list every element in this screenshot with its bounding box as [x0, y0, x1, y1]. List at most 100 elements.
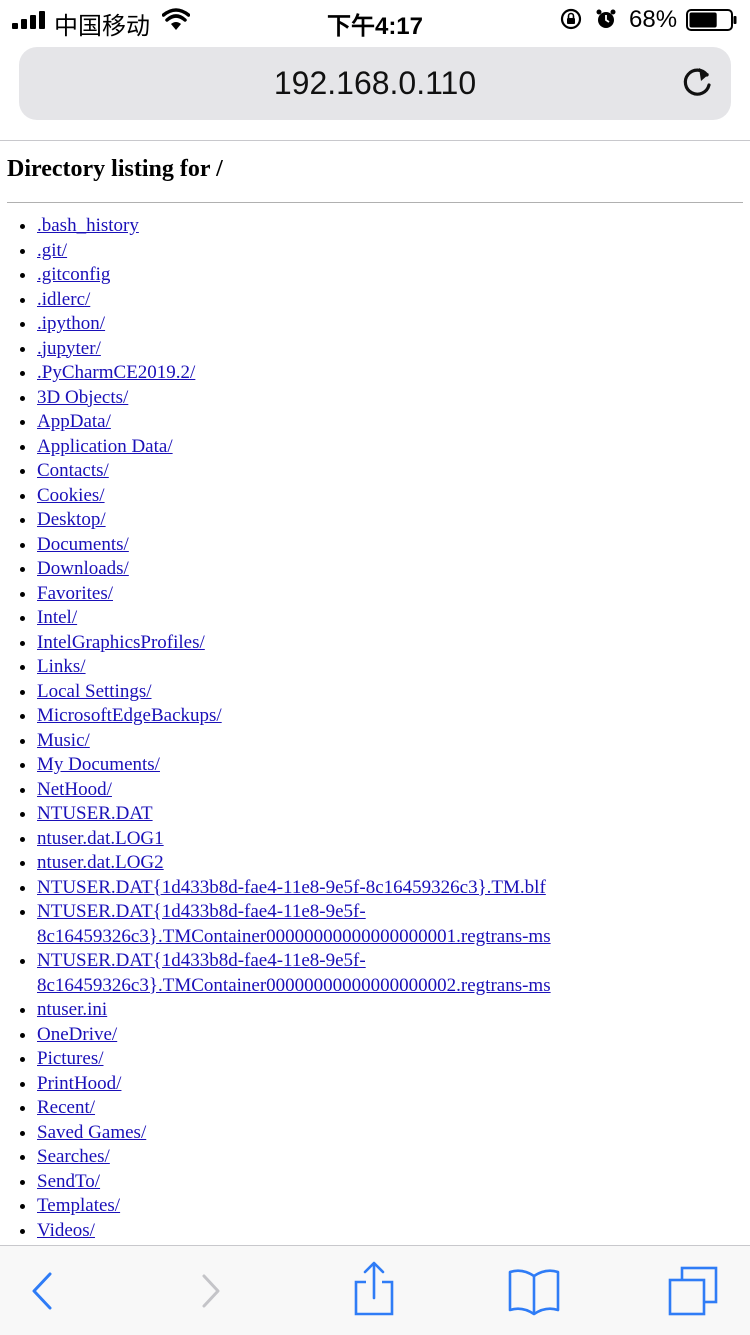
list-item: NetHood/	[37, 778, 637, 803]
file-link[interactable]: Templates/	[37, 1195, 120, 1216]
file-link[interactable]: ntuser.dat.LOG1	[37, 828, 164, 849]
list-item: NTUSER.DAT{1d433b8d-fae4-11e8-9e5f-8c164…	[37, 876, 637, 901]
file-link[interactable]: MicrosoftEdgeBackups/	[37, 705, 222, 726]
battery-level-fill	[689, 12, 717, 28]
file-link[interactable]: Music/	[37, 730, 90, 751]
file-link[interactable]: .gitconfig	[37, 264, 110, 285]
list-item: .gitconfig	[37, 263, 637, 288]
forward-icon	[202, 1274, 220, 1308]
forward-button[interactable]	[182, 1260, 242, 1320]
file-link[interactable]: .jupyter/	[37, 338, 101, 359]
file-link[interactable]: Local Settings/	[37, 681, 152, 702]
alarm-icon	[596, 9, 616, 28]
list-item: Intel/	[37, 606, 637, 631]
file-link[interactable]: Documents/	[37, 534, 129, 555]
bookmarks-button[interactable]	[504, 1260, 564, 1320]
list-item: Pictures/	[37, 1047, 637, 1072]
file-link[interactable]: Contacts/	[37, 460, 109, 481]
battery-percent: 68%	[629, 6, 678, 33]
file-link[interactable]: Pictures/	[37, 1048, 104, 1069]
list-item: AppData/	[37, 410, 637, 435]
list-item: ntuser.ini	[37, 998, 637, 1023]
file-link[interactable]: NTUSER.DAT{1d433b8d-fae4-11e8-9e5f-8c164…	[37, 901, 551, 947]
list-item: Documents/	[37, 533, 637, 558]
file-link[interactable]: .bash_history	[37, 215, 139, 236]
tabs-icon	[668, 1266, 718, 1316]
list-item: Recent/	[37, 1096, 637, 1121]
file-link[interactable]: .PyCharmCE2019.2/	[37, 362, 195, 383]
share-button[interactable]	[344, 1260, 404, 1320]
list-item: PrintHood/	[37, 1072, 637, 1097]
file-link[interactable]: My Documents/	[37, 754, 160, 775]
bookmarks-icon	[508, 1269, 560, 1316]
list-item: NTUSER.DAT{1d433b8d-fae4-11e8-9e5f-8c164…	[37, 949, 637, 998]
list-item: Saved Games/	[37, 1121, 637, 1146]
share-icon	[354, 1261, 394, 1316]
list-item: Contacts/	[37, 459, 637, 484]
file-link[interactable]: IntelGraphicsProfiles/	[37, 632, 205, 653]
file-link[interactable]: PrintHood/	[37, 1073, 121, 1094]
file-link[interactable]: OneDrive/	[37, 1024, 117, 1045]
url-text[interactable]: 192.168.0.110	[19, 47, 731, 120]
file-list: .bash_history .git/ .gitconfig .idlerc/ .ipy…	[0, 214, 637, 1243]
list-item: Application Data/	[37, 435, 637, 460]
list-item: Cookies/	[37, 484, 637, 509]
file-link[interactable]: NTUSER.DAT	[37, 803, 153, 824]
file-link[interactable]: Recent/	[37, 1097, 95, 1118]
list-item: .bash_history	[37, 214, 637, 239]
list-item: IntelGraphicsProfiles/	[37, 631, 637, 656]
file-link[interactable]: Searches/	[37, 1146, 110, 1167]
status-bar: 中国移动 下午4:17 68%	[0, 0, 750, 40]
file-link[interactable]: AppData/	[37, 411, 111, 432]
file-link[interactable]: 3D Objects/	[37, 387, 128, 408]
back-icon	[32, 1272, 52, 1310]
list-item: .idlerc/	[37, 288, 637, 313]
list-item: My Documents/	[37, 753, 637, 778]
list-item: ntuser.dat.LOG2	[37, 851, 637, 876]
list-item: NTUSER.DAT{1d433b8d-fae4-11e8-9e5f-8c164…	[37, 900, 637, 949]
page-title: Directory listing for /	[7, 156, 223, 182]
list-item: Favorites/	[37, 582, 637, 607]
list-item: Desktop/	[37, 508, 637, 533]
file-link[interactable]: Desktop/	[37, 509, 106, 530]
file-link[interactable]: .git/	[37, 240, 67, 261]
file-link[interactable]: NTUSER.DAT{1d433b8d-fae4-11e8-9e5f-8c164…	[37, 950, 551, 996]
list-item: .PyCharmCE2019.2/	[37, 361, 637, 386]
file-link[interactable]: Cookies/	[37, 485, 105, 506]
file-link[interactable]: .ipython/	[37, 313, 105, 334]
list-item: Links/	[37, 655, 637, 680]
list-item: .jupyter/	[37, 337, 637, 362]
rotation-lock-icon	[560, 8, 582, 30]
list-item: .ipython/	[37, 312, 637, 337]
tabs-button[interactable]	[664, 1260, 724, 1320]
file-link[interactable]: Videos/	[37, 1220, 95, 1241]
list-item: .git/	[37, 239, 637, 264]
list-item: Templates/	[37, 1194, 637, 1219]
address-bar[interactable]: 192.168.0.110	[19, 47, 731, 120]
file-link[interactable]: Application Data/	[37, 436, 173, 457]
battery-icon	[686, 9, 737, 31]
list-item: MicrosoftEdgeBackups/	[37, 704, 637, 729]
file-link[interactable]: Downloads/	[37, 558, 129, 579]
list-item: NTUSER.DAT	[37, 802, 637, 827]
file-link[interactable]: ntuser.dat.LOG2	[37, 852, 164, 873]
list-item: ntuser.dat.LOG1	[37, 827, 637, 852]
file-link[interactable]: Intel/	[37, 607, 77, 628]
file-link[interactable]: Favorites/	[37, 583, 113, 604]
back-button[interactable]	[14, 1260, 74, 1320]
list-item: Downloads/	[37, 557, 637, 582]
list-item: Searches/	[37, 1145, 637, 1170]
list-item: SendTo/	[37, 1170, 637, 1195]
file-link[interactable]: .idlerc/	[37, 289, 90, 310]
bottom-toolbar	[0, 1245, 750, 1335]
file-link[interactable]: ntuser.ini	[37, 999, 107, 1020]
list-item: Videos/	[37, 1219, 637, 1244]
file-link[interactable]: NTUSER.DAT{1d433b8d-fae4-11e8-9e5f-8c164…	[37, 877, 546, 898]
file-link[interactable]: NetHood/	[37, 779, 112, 800]
reload-icon[interactable]	[679, 65, 715, 101]
list-item: OneDrive/	[37, 1023, 637, 1048]
file-link[interactable]: Links/	[37, 656, 86, 677]
file-link[interactable]: Saved Games/	[37, 1122, 146, 1143]
toolbar-separator	[0, 140, 750, 141]
file-link[interactable]: SendTo/	[37, 1171, 100, 1192]
